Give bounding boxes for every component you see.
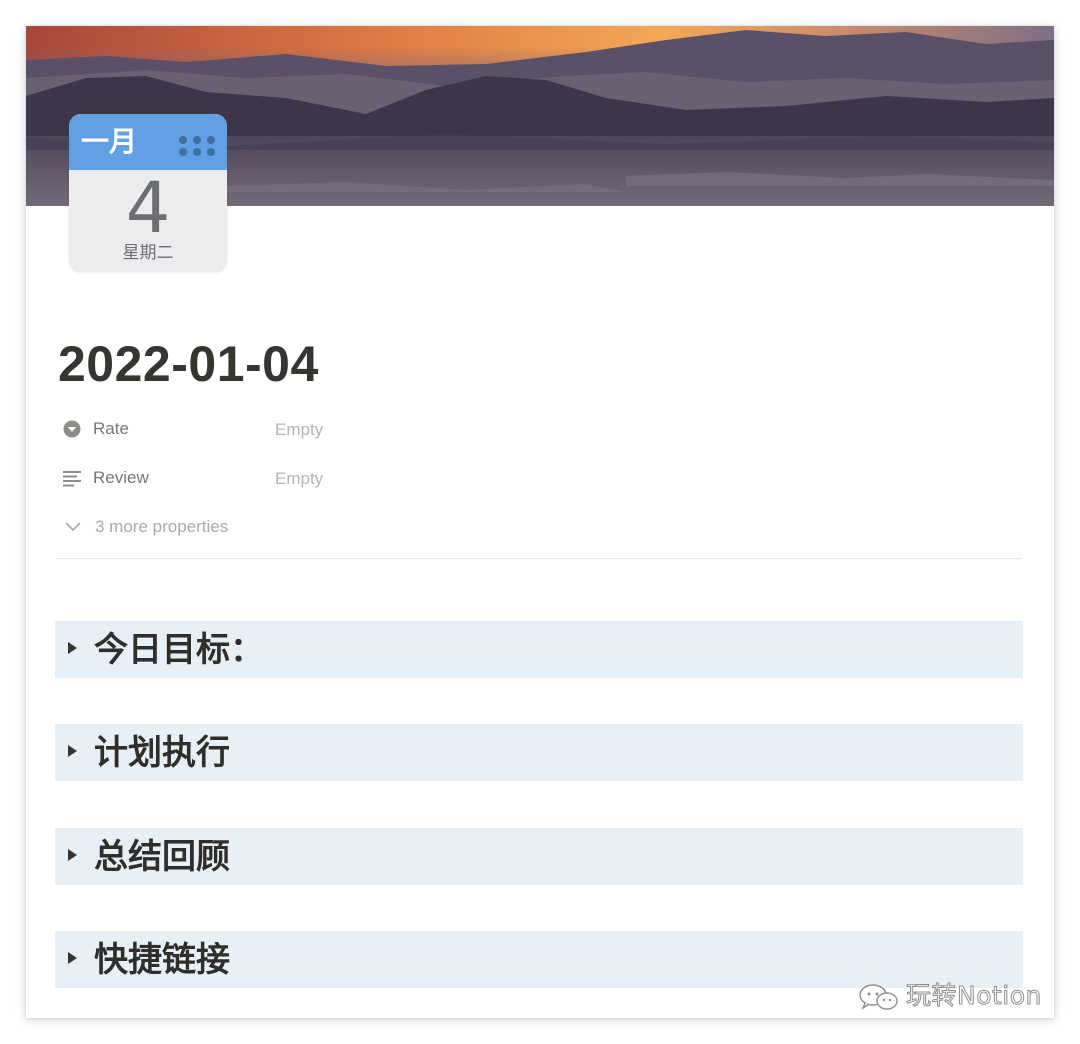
property-value[interactable]: Empty — [275, 419, 323, 441]
toggle-heading-label: 快捷链接 — [94, 940, 230, 980]
toggle-heading-label: 计划执行 — [94, 733, 230, 773]
notion-page-window: 一月 4 星期二 2022-01-04 Rate Empty Review Em… — [26, 26, 1054, 1018]
property-value[interactable]: Empty — [275, 468, 323, 490]
chevron-down-icon — [65, 522, 81, 532]
calendar-day: 4 — [125, 167, 171, 249]
calendar-month: 一月 — [81, 125, 138, 158]
property-row-review[interactable]: Review Empty — [62, 463, 962, 493]
property-name: Review — [93, 468, 149, 487]
text-lines-icon — [63, 471, 81, 487]
toggle-heading-label: 总结回顾 — [94, 837, 230, 877]
calendar-header: 一月 — [69, 114, 227, 170]
page-icon-calendar[interactable]: 一月 4 星期二 — [69, 114, 227, 272]
toggle-triangle-icon[interactable] — [68, 745, 77, 757]
more-properties-label: 3 more properties — [95, 517, 229, 536]
calendar-weekday: 星期二 — [122, 243, 174, 263]
page-title[interactable]: 2022-01-04 — [58, 332, 319, 396]
toggle-heading-review[interactable]: 总结回顾 — [55, 828, 1023, 885]
toggle-triangle-icon[interactable] — [68, 952, 77, 964]
wechat-icon — [859, 984, 898, 1010]
select-circle-icon — [63, 420, 81, 438]
toggle-heading-goals[interactable]: 今日目标： — [55, 621, 1023, 678]
toggle-triangle-icon[interactable] — [68, 642, 77, 654]
toggle-heading-plan[interactable]: 计划执行 — [55, 724, 1023, 781]
toggle-heading-label: 今日目标： — [94, 630, 264, 670]
watermark: 玩转Notion — [856, 980, 1056, 1014]
properties-divider — [56, 558, 1022, 559]
more-properties-toggle[interactable]: 3 more properties — [62, 514, 362, 540]
property-row-rate[interactable]: Rate Empty — [62, 414, 962, 444]
property-name: Rate — [93, 419, 129, 438]
toggle-triangle-icon[interactable] — [68, 849, 77, 861]
calendar-dots-icon — [179, 136, 215, 160]
watermark-text: 玩转Notion — [906, 981, 1042, 1011]
